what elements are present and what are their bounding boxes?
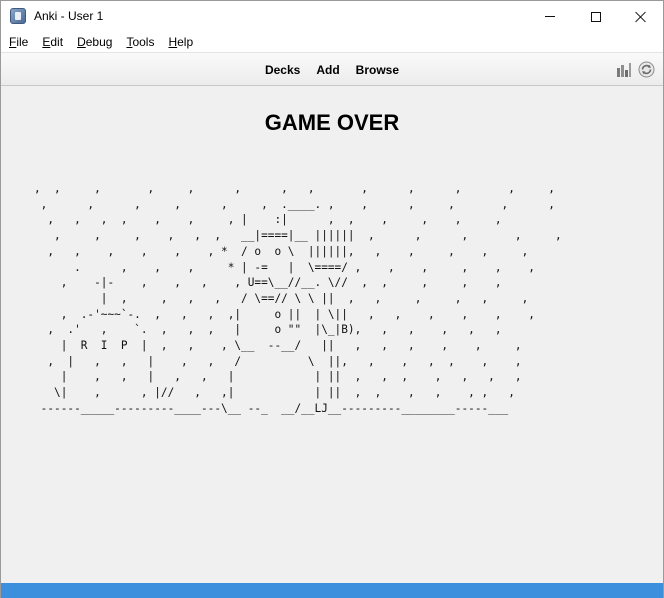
close-button[interactable]	[618, 1, 664, 32]
menu-file-rest: ile	[16, 35, 29, 49]
menu-help-accel: H	[168, 35, 178, 49]
anki-window: Anki - User 1 File Edit Debug Tools Help…	[0, 0, 664, 598]
maximize-button[interactable]	[573, 1, 619, 32]
add-link[interactable]: Add	[308, 63, 347, 77]
menu-tools[interactable]: Tools	[119, 32, 161, 52]
menu-bar: File Edit Debug Tools Help	[1, 32, 663, 53]
menu-edit[interactable]: Edit	[35, 32, 70, 52]
sync-icon[interactable]	[638, 61, 655, 78]
toolbar-links: Decks Add Browse	[1, 53, 663, 86]
minimize-icon	[545, 16, 555, 17]
title-bar[interactable]: Anki - User 1	[1, 1, 663, 32]
menu-help[interactable]: Help	[161, 32, 200, 52]
browse-link[interactable]: Browse	[348, 63, 407, 77]
menu-help-rest: elp	[177, 35, 194, 49]
menu-debug-accel: D	[77, 35, 86, 49]
menu-edit-rest: dit	[50, 35, 64, 49]
main-content: GAME OVER , , , , , , , , , , , , , , , …	[1, 87, 663, 583]
game-over-ascii-art: , , , , , , , , , , , , , , , , , , , ._…	[34, 182, 562, 415]
game-over-heading: GAME OVER	[264, 110, 400, 135]
menu-tools-rest: ools	[132, 35, 155, 49]
menu-debug-rest: ebug	[85, 35, 113, 49]
anki-app-icon	[10, 8, 26, 24]
bottom-bar	[1, 583, 663, 598]
maximize-icon	[591, 11, 601, 22]
toolbar: Decks Add Browse	[1, 53, 663, 86]
minimize-button[interactable]	[527, 1, 573, 32]
stats-icon[interactable]	[616, 62, 632, 78]
menu-file[interactable]: File	[1, 32, 35, 52]
decks-link[interactable]: Decks	[257, 63, 308, 77]
window-title: Anki - User 1	[34, 9, 104, 23]
menu-debug[interactable]: Debug	[70, 32, 119, 52]
close-icon	[635, 11, 647, 23]
